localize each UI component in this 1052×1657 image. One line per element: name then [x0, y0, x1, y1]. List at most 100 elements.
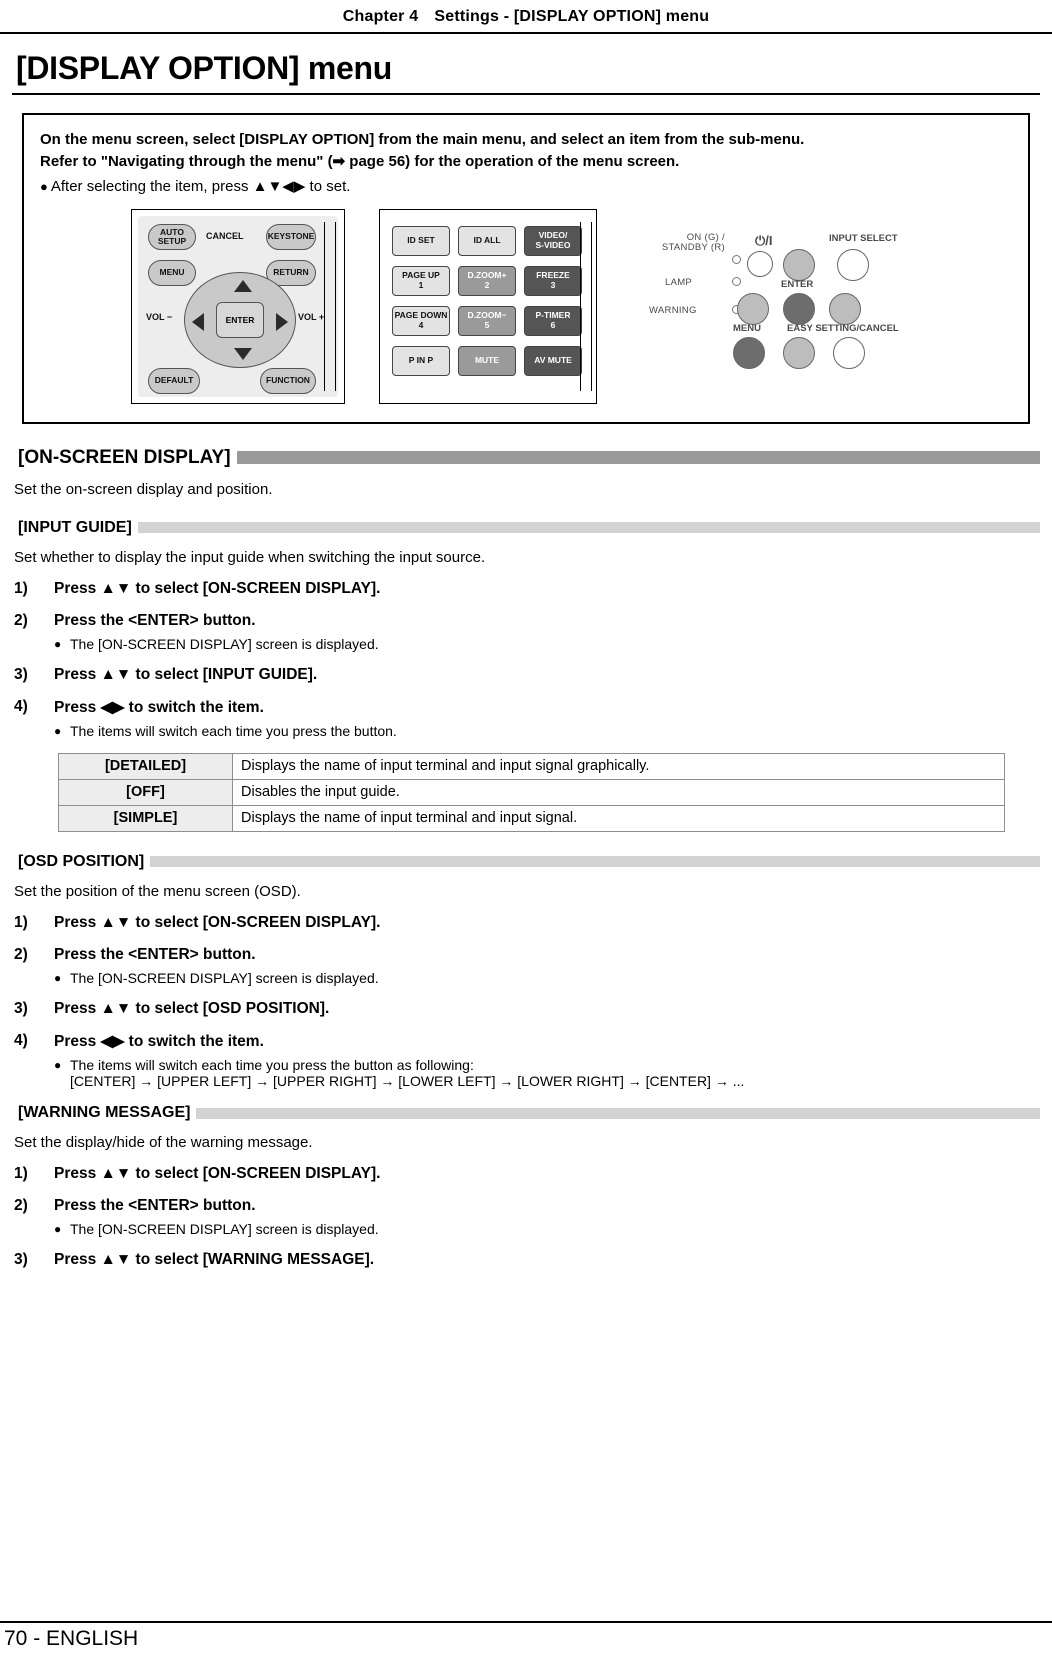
step-note-text: The items will switch each time you pres… [70, 722, 397, 739]
input-select-label: INPUT SELECT [829, 232, 898, 244]
bullet-dot-icon: ● [54, 636, 62, 651]
key-video-svideo: VIDEO/S-VIDEO [524, 225, 582, 256]
option-value: Displays the name of input terminal and … [232, 752, 1005, 780]
step: 4) Press ◀▶ to switch the item. [12, 1032, 1040, 1051]
step-text: Press ▲▼ to select [ON-SCREEN DISPLAY]. [54, 579, 381, 597]
step-note-text: The [ON-SCREEN DISPLAY] screen is displa… [70, 969, 379, 986]
step-number: 4) [14, 1032, 28, 1050]
section-bar [196, 1107, 1040, 1119]
osd-position-description: Set the position of the menu screen (OSD… [14, 882, 301, 900]
step-number: 1) [14, 913, 28, 931]
step-text: Press ◀▶ to switch the item. [54, 1033, 264, 1051]
step-number: 3) [14, 1251, 28, 1269]
remote-control-illustrations: AUTO SETUP CANCEL KEYSTONE MENU RETURN V… [40, 208, 1012, 412]
section-input-guide: [INPUT GUIDE] [12, 517, 1040, 538]
header-subject: Settings - [DISPLAY OPTION] menu [434, 8, 710, 25]
remote-edge-strip-2 [580, 221, 592, 391]
step-number: 3) [14, 1000, 28, 1018]
intro-bullet: ● After selecting the item, press ▲▼◀▶ t… [40, 177, 1012, 195]
header-chapter: Chapter 4 [342, 8, 419, 25]
section-bar [150, 856, 1040, 868]
step-note-text: The [ON-SCREEN DISPLAY] screen is displa… [70, 635, 379, 652]
option-key: [SIMPLE] [58, 804, 233, 832]
step-text: Press ▲▼ to select [ON-SCREEN DISPLAY]. [54, 1165, 381, 1183]
step-text: Press ◀▶ to switch the item. [54, 698, 264, 716]
table-row: [DETAILED] Displays the name of input te… [58, 752, 1005, 780]
key-id-all: ID ALL [458, 225, 516, 256]
option-key: [DETAILED] [58, 752, 233, 780]
arrow-left-button [737, 292, 769, 325]
key-page-down: PAGE DOWN 4 [392, 305, 450, 336]
bullet-dot-icon: ● [40, 178, 48, 194]
remote-keypad-panel: ID SET ID ALL VIDEO/S-VIDEO PAGE UP 1 D.Z… [379, 208, 597, 404]
power-button [747, 250, 773, 277]
step-number: 2) [14, 945, 28, 963]
step: 3) Press ▲▼ to select [INPUT GUIDE]. [12, 666, 1040, 684]
key-dzoom-minus: D.ZOOM− 5 [458, 305, 516, 336]
step: 1) Press ▲▼ to select [ON-SCREEN DISPLAY… [12, 914, 1040, 932]
intro-box: On the menu screen, select [DISPLAY OPTI… [22, 113, 1030, 424]
remote-keypad: ID SET ID ALL VIDEO/S-VIDEO PAGE UP 1 D.Z… [386, 216, 592, 397]
function-button: FUNCTION [260, 367, 316, 394]
section-osd-position: [OSD POSITION] [12, 851, 1040, 872]
page-title: [DISPLAY OPTION] menu [16, 50, 392, 86]
step-note: ● The [ON-SCREEN DISPLAY] screen is disp… [54, 970, 1040, 986]
input-select-button [837, 248, 869, 281]
step: 2) Press the <ENTER> button. [12, 946, 1040, 964]
step: 2) Press the <ENTER> button. [12, 612, 1040, 630]
step-number: 2) [14, 1197, 28, 1215]
title-divider [12, 93, 1040, 95]
bullet-dot-icon: ● [54, 1058, 62, 1073]
warning-message-description: Set the display/hide of the warning mess… [14, 1134, 313, 1152]
section-title-input-guide: [INPUT GUIDE] [12, 517, 138, 538]
keystone-button: KEYSTONE [266, 223, 316, 250]
table-row: [OFF] Disables the input guide. [58, 778, 1005, 806]
osd-position-cycle: [CENTER] → [UPPER LEFT] → [UPPER RIGHT] … [70, 1073, 745, 1090]
bullet-dot-icon: ● [54, 970, 62, 985]
key-id-set: ID SET [392, 225, 450, 256]
step: 1) Press ▲▼ to select [ON-SCREEN DISPLAY… [12, 1165, 1040, 1183]
lamp-indicator-label: LAMP [665, 276, 693, 288]
step: 1) Press ▲▼ to select [ON-SCREEN DISPLAY… [12, 580, 1040, 598]
intro-line-2: Refer to "Navigating through the menu" (… [40, 152, 680, 170]
remote-edge-strip [324, 221, 336, 391]
step-text: Press the <ENTER> button. [54, 945, 256, 963]
step-note: ● The [ON-SCREEN DISPLAY] screen is disp… [54, 1221, 1040, 1237]
section-bar [137, 522, 1040, 533]
default-button: DEFAULT [148, 367, 200, 394]
step-note-text: The [ON-SCREEN DISPLAY] screen is displa… [70, 1221, 379, 1238]
section-warning-message: [WARNING MESSAGE] [12, 1103, 1040, 1124]
header-divider [0, 32, 1052, 34]
step-text: Press ▲▼ to select [INPUT GUIDE]. [54, 665, 318, 683]
section-title-on-screen-display: [ON-SCREEN DISPLAY] [12, 445, 237, 470]
arrow-up-icon [234, 279, 252, 292]
bullet-dot-icon: ● [54, 723, 62, 738]
step: 3) Press ▲▼ to select [OSD POSITION]. [12, 1000, 1040, 1018]
warning-indicator-label: WARNING [649, 304, 697, 316]
remote-navigation-panel: AUTO SETUP CANCEL KEYSTONE MENU RETURN V… [131, 208, 345, 404]
step-number: 3) [14, 665, 28, 683]
easy-setting-label: EASY SETTING/CANCEL [787, 322, 899, 334]
step-text: Press the <ENTER> button. [54, 611, 256, 629]
step-number: 4) [14, 697, 28, 715]
step-number: 1) [14, 579, 28, 597]
section-on-screen-display: [ON-SCREEN DISPLAY] [12, 445, 1040, 470]
easy-setting-cancel-button [833, 336, 865, 369]
input-guide-description: Set whether to display the input guide w… [14, 548, 486, 566]
enter-button: ENTER [216, 301, 264, 338]
arrow-left-icon [192, 312, 204, 331]
running-header: Chapter 4 Settings - [DISPLAY OPTION] men… [0, 0, 1052, 26]
cancel-button-label: CANCEL [206, 230, 244, 241]
arrow-down-button [783, 336, 815, 369]
projector-control-panel: ON (G) / STANDBY (R) LAMP WARNING ⏻/I IN… [631, 208, 921, 404]
bullet-dot-icon: ● [54, 1222, 62, 1237]
auto-setup-button: AUTO SETUP [148, 223, 196, 250]
power-button-label: ⏻/I [755, 232, 773, 248]
section-title-osd-position: [OSD POSITION] [12, 851, 151, 872]
document-page: Chapter 4 Settings - [DISPLAY OPTION] men… [0, 0, 1052, 1657]
footer-divider [0, 1621, 1052, 1623]
key-dzoom-plus: D.ZOOM+ 2 [458, 265, 516, 296]
key-av-mute: AV MUTE [524, 345, 582, 376]
step-text: Press ▲▼ to select [OSD POSITION]. [54, 1000, 330, 1018]
intro-bullet-text: After selecting the item, press ▲▼◀▶ to … [50, 177, 351, 195]
